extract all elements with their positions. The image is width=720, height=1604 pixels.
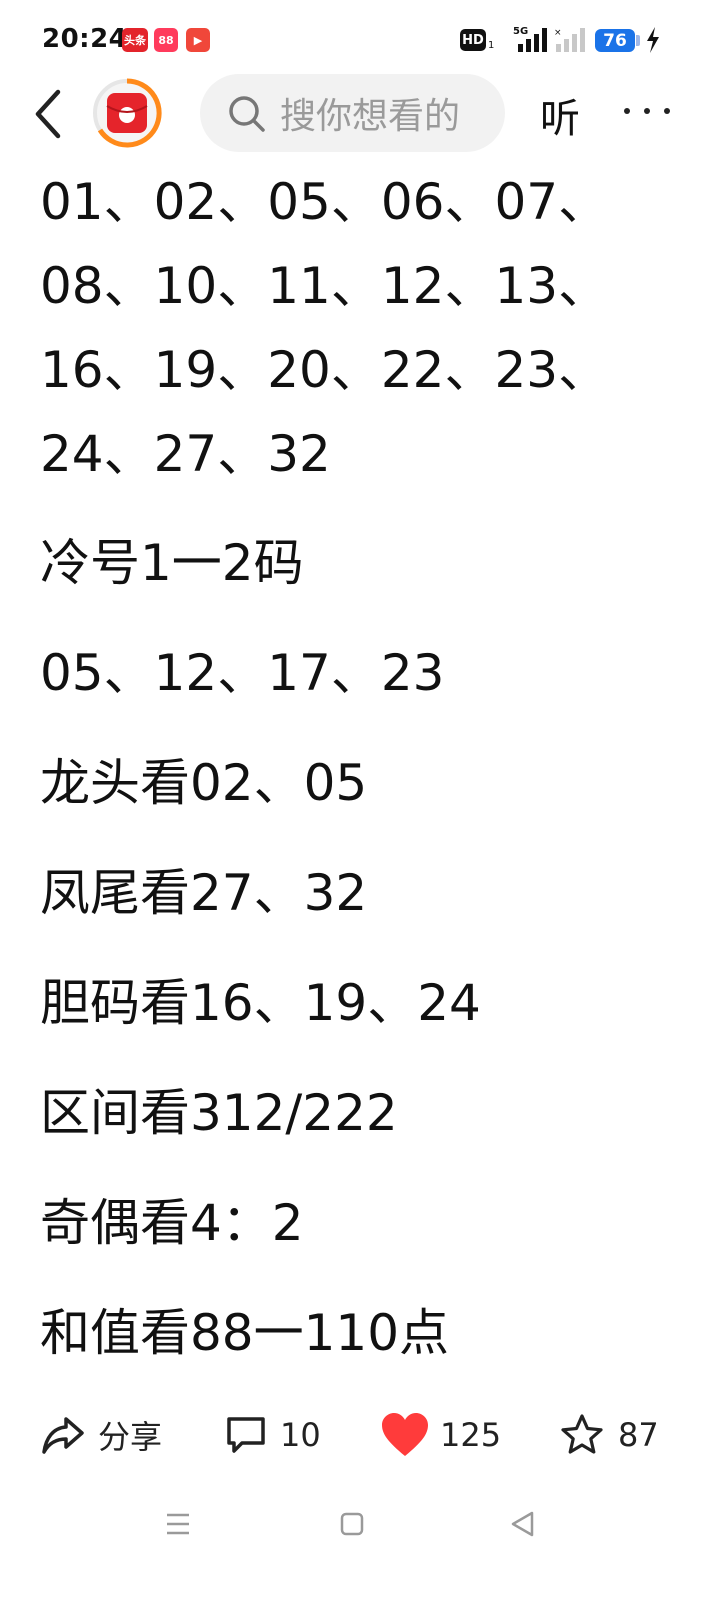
back-button[interactable] [30,88,70,140]
heart-icon [382,1413,428,1456]
range-line: 区间看312/222 [40,1084,398,1142]
share-button[interactable]: 分享 [40,1405,162,1465]
number-line: 16、19、20、22、23、 [40,341,609,399]
like-count: 125 [440,1416,502,1454]
number-line: 01、02、05、06、07、 [40,173,609,231]
number-line: 08、10、11、12、13、 [40,257,609,315]
battery-icon: 76 [595,29,635,52]
search-input[interactable]: 搜你想看的 [200,74,505,152]
home-icon[interactable] [338,1510,366,1538]
favorite-button[interactable]: 87 [560,1405,659,1465]
signal-strength-secondary-icon: × [554,28,585,52]
menu-icon[interactable] [164,1510,192,1538]
phoenix-tail-line: 凤尾看27、32 [40,864,368,922]
battery-tip [636,35,640,46]
number-list: 01、02、05、06、07、 08、10、11、12、13、 16、19、20… [40,160,690,496]
status-bar: 20:24 头条 88 ▶ HD 1 5G × 76 [0,0,720,80]
star-icon [561,1414,603,1454]
action-bar: 分享 10 125 87 [0,1395,720,1475]
share-label: 分享 [98,1418,163,1456]
xigua-app-icon: 88 [154,28,178,52]
cold-number-heading: 冷号1一2码 [40,534,304,592]
back-arrow-icon [35,89,61,139]
article-content: 01、02、05、06、07、 08、10、11、12、13、 16、19、20… [40,160,690,1362]
cold-number-values: 05、12、17、23 [40,644,445,702]
video-app-icon: ▶ [186,28,210,52]
comment-button[interactable]: 10 [224,1405,321,1465]
comment-icon [227,1417,265,1453]
odd-even-line: 奇偶看4：2 [40,1194,304,1252]
hd-icon: HD [460,29,486,51]
search-icon [229,96,265,132]
share-icon [42,1417,84,1454]
signal-strength-icon [518,28,547,52]
sum-value-line: 和值看88一110点 [40,1304,450,1362]
favorite-count: 87 [618,1416,659,1454]
core-number-line: 胆码看16、19、24 [40,974,481,1032]
top-nav-bar: 搜你想看的 听 [0,72,720,156]
status-time: 20:24 [42,24,128,54]
hd-sim-index: 1 [488,40,495,51]
avatar-icon [93,78,162,148]
svg-text:×: × [554,28,562,38]
toutiao-app-icon: 头条 [122,28,148,52]
charging-icon [647,27,659,53]
listen-button[interactable]: 听 [540,86,580,144]
like-button[interactable]: 125 [380,1405,501,1465]
system-nav-bar [0,1500,720,1560]
search-placeholder: 搜你想看的 [280,96,461,137]
number-line: 24、27、32 [40,425,331,483]
comment-count: 10 [280,1416,321,1454]
back-triangle-icon[interactable] [508,1510,536,1538]
author-avatar[interactable] [92,78,162,148]
dragon-head-line: 龙头看02、05 [40,754,368,812]
more-options-icon[interactable] [624,104,670,120]
